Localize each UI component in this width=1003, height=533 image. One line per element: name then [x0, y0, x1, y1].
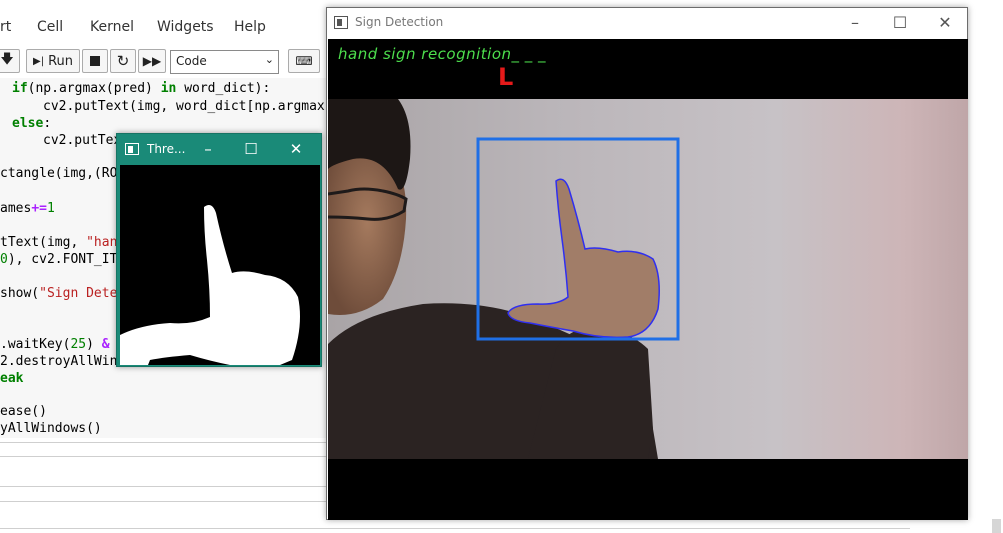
close-icon: ✕ — [289, 140, 303, 158]
cell-divider — [0, 456, 330, 457]
close-icon: ✕ — [938, 13, 952, 32]
threshold-mask — [120, 205, 300, 365]
maximize-icon: ☐ — [892, 13, 908, 32]
camera-scene — [328, 99, 680, 459]
run-button[interactable]: ▶| Run — [26, 49, 80, 73]
minimize-button[interactable]: – — [193, 138, 223, 160]
restart-button[interactable]: ↻ — [110, 49, 136, 73]
minimize-icon: – — [204, 140, 212, 158]
notebook-menubar: rt Cell Kernel Widgets Help — [0, 14, 330, 42]
code-line: ctangle(img,(ROI — [0, 166, 126, 181]
menu-item-cell[interactable]: Cell — [37, 19, 63, 35]
cell-divider — [0, 442, 330, 443]
close-button[interactable]: ✕ — [925, 12, 965, 34]
sign-detection-window[interactable]: Sign Detection – ☐ ✕ hand sign recogniti… — [326, 7, 968, 520]
hand-sign — [507, 178, 660, 339]
cell-type-select[interactable]: Code ⌄ — [170, 50, 279, 74]
maximize-button[interactable]: ☐ — [236, 138, 266, 160]
code-line: tText(img, "hand — [0, 235, 126, 250]
menu-item-help[interactable]: Help — [234, 19, 266, 35]
restart-run-all-button[interactable]: ▶▶ — [138, 49, 166, 73]
notebook-scroll-area[interactable] — [968, 7, 1003, 533]
close-button[interactable]: ✕ — [281, 138, 311, 160]
scroll-indicator — [992, 519, 1001, 533]
fast-forward-icon: ▶▶ — [142, 54, 162, 68]
step-forward-icon: ▶| — [33, 55, 45, 67]
notebook-toolbar: 🡇 ▶| Run ↻ ▶▶ Code ⌄ ⌨ — [0, 47, 330, 75]
code-line: 2.destroyAllWind — [0, 354, 126, 369]
sign-detection-titlebar[interactable]: Sign Detection – ☐ ✕ — [327, 8, 967, 39]
code-line: ease() — [0, 404, 47, 419]
app-window-icon — [334, 16, 348, 29]
cell-divider — [0, 486, 330, 487]
move-down-button[interactable]: 🡇 — [0, 49, 20, 73]
code-line: yAllWindows() — [0, 421, 102, 436]
code-line: eak — [0, 371, 24, 386]
code-line: else: — [12, 116, 52, 131]
code-line: cv2.putTex — [43, 133, 122, 148]
chevron-down-icon: ⌄ — [264, 53, 274, 66]
code-line: if(np.argmax(pred) in word_dict): — [12, 81, 271, 96]
cell-type-value: Code — [176, 54, 207, 68]
video-canvas: hand sign recognition_ _ _ L — [328, 39, 968, 520]
interrupt-button[interactable] — [82, 49, 108, 73]
camera-feed — [328, 99, 968, 459]
arrow-down-icon: 🡇 — [0, 52, 14, 67]
code-line: .waitKey(25) & 0 — [0, 337, 125, 352]
menu-item-kernel[interactable]: Kernel — [90, 19, 134, 35]
minimize-button[interactable]: – — [835, 12, 875, 34]
maximize-button[interactable]: ☐ — [880, 12, 920, 34]
cell-divider — [0, 528, 910, 529]
predicted-letter: L — [498, 63, 514, 91]
stop-icon — [90, 56, 100, 66]
code-line: cv2.putText(img, word_dict[np.argmax( — [43, 99, 333, 114]
keyboard-icon: ⌨ — [295, 54, 313, 68]
desktop: rt Cell Kernel Widgets Help 🡇 ▶| Run ↻ ▶… — [0, 0, 1003, 533]
maximize-icon: ☐ — [244, 140, 258, 158]
threshold-canvas — [120, 165, 320, 365]
hand-mask — [120, 205, 300, 365]
run-label: Run — [48, 53, 73, 69]
code-line: ames+=1 — [0, 201, 55, 216]
menu-item-insert[interactable]: rt — [0, 19, 11, 35]
restart-icon: ↻ — [116, 52, 130, 70]
cell-divider — [0, 501, 330, 502]
minimize-icon: – — [851, 13, 859, 32]
menu-item-widgets[interactable]: Widgets — [157, 19, 214, 35]
window-title: Sign Detection — [355, 15, 444, 29]
banner-text: hand sign recognition_ _ _ — [338, 45, 547, 63]
command-palette-button[interactable]: ⌨ — [288, 49, 320, 73]
code-line: 0), cv2.FONT_ITA — [0, 252, 126, 267]
threshold-window[interactable]: Thre... – ☐ ✕ — [116, 133, 322, 367]
code-line: show("Sign Detec — [0, 286, 126, 301]
app-window-icon — [125, 143, 139, 155]
threshold-window-title: Thre... — [147, 142, 186, 156]
